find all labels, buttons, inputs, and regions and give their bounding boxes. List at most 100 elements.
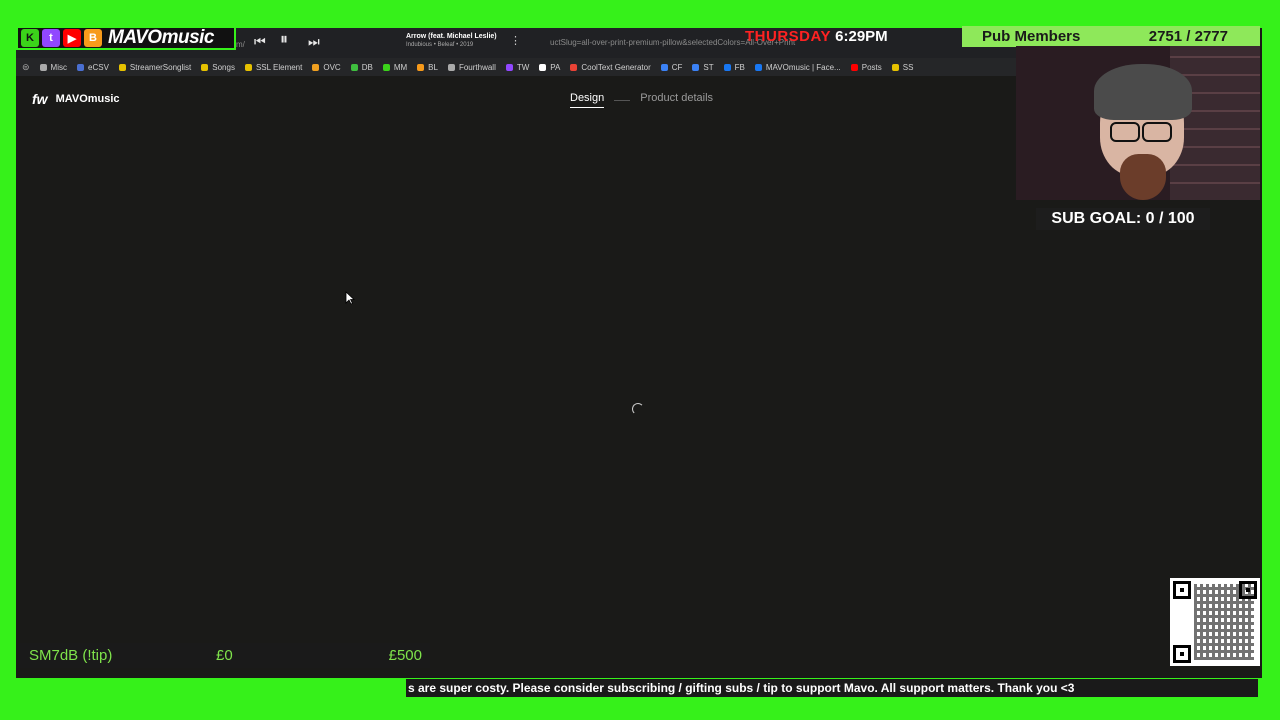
youtube-icon — [850, 63, 858, 71]
next-track-icon[interactable]: ⏭ — [308, 34, 320, 50]
bookmark-label: Songs — [212, 62, 235, 72]
bookmark-item[interactable]: Misc — [39, 62, 67, 72]
csv-icon — [77, 63, 84, 71]
tip-goal-max: £500 — [388, 647, 422, 664]
qr-code — [1170, 578, 1260, 666]
more-options-icon[interactable]: ⋮ — [510, 34, 521, 47]
g-icon — [570, 63, 578, 71]
bookmark-label: ST — [703, 62, 714, 72]
bookmark-label: SS — [902, 62, 914, 72]
music-icon — [891, 63, 899, 71]
bookmark-label: SSL Element — [255, 62, 303, 72]
pause-icon[interactable]: ⏸ — [280, 31, 288, 49]
facebook-icon — [723, 63, 731, 71]
bookmark-label: MM — [393, 62, 408, 72]
bookmark-item[interactable]: ST — [692, 62, 714, 72]
sub-goal-label: SUB GOAL: 0 / 100 — [1036, 208, 1210, 230]
previous-track-icon[interactable]: ⏮ — [254, 34, 266, 50]
time-label: 6:29PM — [835, 28, 888, 45]
ovc-icon — [312, 63, 320, 71]
bookmark-item[interactable]: Posts — [850, 62, 882, 72]
bookmark-label: Fourthwall — [458, 62, 496, 72]
cf-icon — [660, 63, 668, 71]
bookmark-item[interactable]: Songs — [201, 63, 235, 72]
tip-goal-min: £0 — [216, 647, 233, 664]
music-player: ⏮ ⏸ ⏭ Arrow (feat. Michael Leslie) Indub… — [248, 28, 550, 58]
patreon-icon — [539, 63, 547, 71]
song-title: Arrow (feat. Michael Leslie) — [406, 33, 497, 40]
bookmark-item[interactable]: FB — [723, 62, 745, 72]
bookmark-label: Posts — [861, 62, 882, 72]
song-artist: Indubious • Beleaf • 2019 — [406, 42, 474, 48]
streamer-beard — [1120, 154, 1166, 200]
bookmark-item[interactable]: eCSV — [77, 63, 109, 72]
b-icon — [417, 63, 425, 71]
step-indicator: Design Product details — [570, 92, 713, 108]
step-divider — [614, 99, 631, 101]
store-name: MAVOmusic — [55, 93, 120, 105]
bookmark-item[interactable]: PA — [539, 63, 560, 72]
bookmark-item[interactable]: MAVOmusic | Face... — [754, 62, 841, 72]
bookmark-label: eCSV — [88, 62, 109, 72]
twitch-icon — [505, 63, 513, 71]
loading-spinner-icon — [632, 403, 644, 415]
bookmark-item[interactable]: MM — [382, 62, 408, 72]
bookmark-label: CF — [671, 62, 683, 72]
bookmark-item[interactable]: OVC — [312, 62, 341, 72]
bookmark-item[interactable]: CoolText Generator — [570, 62, 651, 72]
st-icon — [692, 63, 700, 71]
kick-icon — [382, 63, 390, 71]
facebook-icon — [754, 63, 762, 71]
bookmark-item[interactable]: SS — [891, 62, 914, 72]
pub-members-bar: Pub Members 2751 / 2777 — [962, 26, 1260, 47]
step-design[interactable]: Design — [570, 92, 605, 108]
bookmark-item[interactable]: SSL Element — [244, 62, 303, 72]
bookmark-label: PA — [550, 62, 561, 72]
webcam-feed — [1016, 46, 1260, 200]
folder-icon — [447, 63, 455, 71]
bookmark-item[interactable]: TW — [505, 62, 530, 72]
store-logo[interactable]: fw MAVOmusic — [32, 91, 120, 107]
bookmark-label: StreamerSonglist — [129, 62, 192, 72]
music-icon — [201, 63, 209, 71]
mouse-cursor-icon — [345, 291, 355, 305]
tip-goal-label: SM7dB (!tip) — [29, 647, 113, 664]
bookmark-label: CoolText Generator — [581, 62, 651, 72]
bookmark-label: Misc — [50, 62, 67, 72]
folder-icon — [39, 63, 47, 71]
bookmark-label: TW — [516, 62, 530, 72]
bookmarks-apps-icon[interactable]: ⊜ — [22, 62, 30, 73]
bookmark-item[interactable]: Fourthwall — [447, 62, 496, 72]
day-label: THURSDAY — [745, 28, 831, 45]
bookmark-item[interactable]: DB — [350, 62, 373, 72]
music-icon — [118, 63, 126, 71]
stream-brand-logo: K t ▶ B MAVOmusic — [16, 26, 236, 50]
bookmark-label: OVC — [323, 62, 341, 72]
ticker-message: s are super costy. Please consider subsc… — [406, 679, 1258, 697]
bookmark-label: FB — [734, 62, 745, 72]
fourthwall-logo: fw — [32, 91, 48, 107]
bookmark-item[interactable]: StreamerSonglist — [118, 62, 192, 72]
youtube-icon: ▶ — [63, 29, 81, 47]
bookmark-item[interactable]: BL — [417, 63, 438, 72]
bookmarks-bar: ⊜ Misc eCSV StreamerSonglist Songs SSL Eleme… — [16, 58, 1016, 76]
b-icon: B — [84, 29, 102, 47]
glasses-left — [1110, 122, 1140, 142]
brand-name: MAVOmusic — [108, 27, 215, 48]
db-icon — [350, 63, 358, 71]
kick-icon: K — [21, 29, 39, 47]
bookmark-label: BL — [428, 62, 438, 72]
bookmark-item[interactable]: CF — [660, 62, 683, 72]
music-icon — [244, 63, 252, 71]
twitch-icon: t — [42, 29, 60, 47]
streamer-hat — [1094, 64, 1192, 120]
pub-members-label: Pub Members — [982, 28, 1081, 45]
glasses-right — [1142, 122, 1172, 142]
stream-datetime: THURSDAY 6:29PM — [745, 28, 888, 45]
bookmark-label: DB — [361, 62, 373, 72]
pub-members-count: 2751 / 2777 — [1148, 28, 1228, 45]
url-prefix: m/ — [236, 40, 245, 49]
step-product-details[interactable]: Product details — [640, 92, 713, 108]
tip-goal-bar: SM7dB (!tip) £0 £500 — [18, 643, 430, 668]
bookmark-label: MAVOmusic | Face... — [765, 62, 841, 72]
